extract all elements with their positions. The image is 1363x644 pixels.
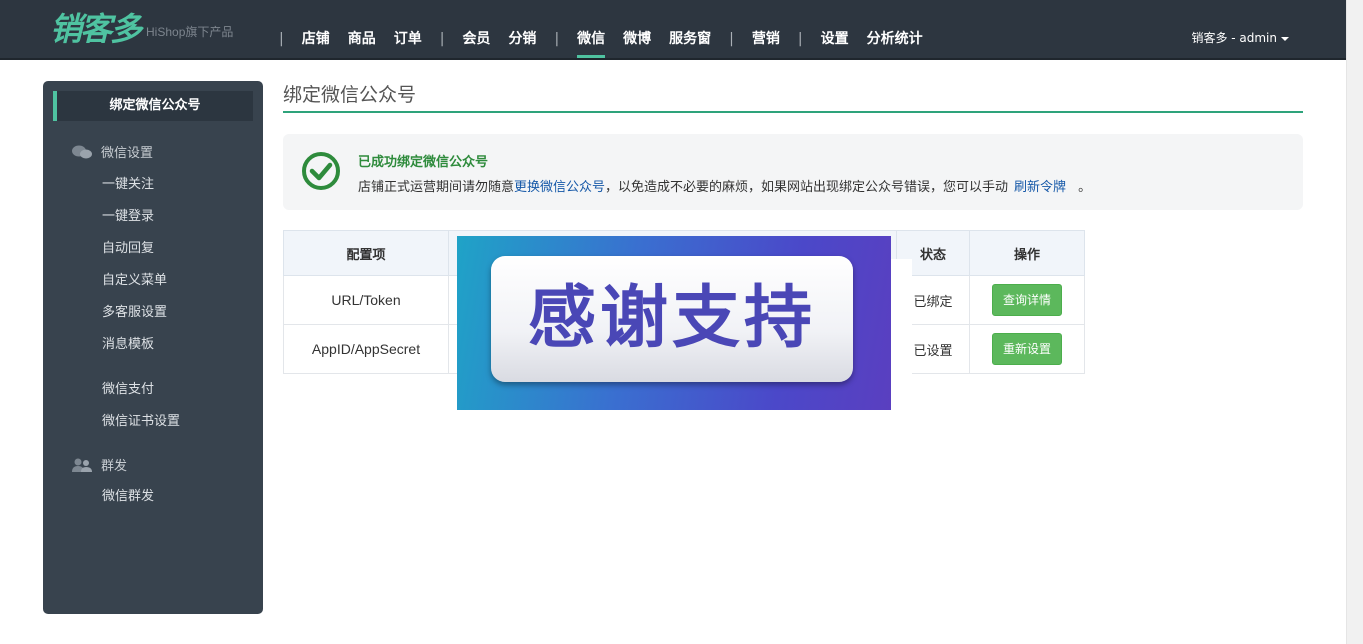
action-cell: 查询详情 [969,275,1085,325]
nav-item-store[interactable]: 店铺 [302,0,330,58]
page-title: 绑定微信公众号 [283,84,417,106]
sidebar-item-multi-service[interactable]: 多客服设置 [102,301,167,320]
nav-item-wechat[interactable]: 微信 [577,0,606,58]
users-icon [72,458,92,472]
success-alert: 已成功绑定微信公众号 店铺正式运营期间请勿随意更换微信公众号，以免造成不必要的麻… [283,134,1303,210]
alert-text-middle: ，以免造成不必要的麻烦，如果网站出现绑定公众号错误，您可以手动 [605,180,1009,195]
sidebar-item-one-click-follow[interactable]: 一键关注 [102,173,154,192]
sidebar-current-item[interactable]: 绑定微信公众号 [53,91,253,121]
sidebar-item-custom-menu[interactable]: 自定义菜单 [102,269,167,288]
sidebar-item-wechat-pay[interactable]: 微信支付 [102,378,154,397]
logo-subtitle: HiShop旗下产品 [146,25,234,39]
logo-text: 销客多 [50,10,142,48]
nav-item-members[interactable]: 会员 [462,0,490,58]
check-circle-icon [302,152,340,190]
nav-item-marketing[interactable]: 营销 [752,0,780,58]
nav-separator: | [279,31,284,47]
sidebar-item-message-template[interactable]: 消息模板 [102,333,154,352]
alert-title: 已成功绑定微信公众号 [358,155,489,170]
sidebar-group-mass-send: 群发 [71,455,127,474]
nav-item-settings[interactable]: 设置 [821,0,849,58]
sidebar-item-one-click-login[interactable]: 一键登录 [102,205,154,224]
sidebar-group-wechat-settings: 微信设置 [71,142,153,161]
nav-separator: | [554,31,560,47]
alert-text-prefix: 店铺正式运营期间请勿随意 [358,180,515,195]
thank-you-banner-image: 感谢支持 [457,236,891,410]
refresh-token-link[interactable]: 刷新令牌 [1014,180,1066,195]
sidebar-group-label: 群发 [101,459,128,474]
wechat-icon [72,145,92,158]
nav-item-distribution[interactable]: 分销 [508,0,536,58]
nav-separator: | [729,31,734,47]
sidebar-item-auto-reply[interactable]: 自动回复 [102,237,154,256]
page-scrollbar[interactable] [1346,0,1363,644]
nav-item-analytics[interactable]: 分析统计 [867,0,923,58]
top-navigation-bar: 销客多 HiShop旗下产品 | 店铺 商品 订单 | 会员 分销 | 微信 微… [0,0,1347,60]
user-name: 销客多 - admin [1191,31,1277,45]
nav-item-weibo[interactable]: 微博 [623,0,651,58]
alert-message: 店铺正式运营期间请勿随意更换微信公众号，以免造成不必要的麻烦，如果网站出现绑定公… [358,176,1091,195]
caret-down-icon [1281,36,1289,41]
sidebar-item-certificate-settings[interactable]: 微信证书设置 [102,410,180,429]
user-menu[interactable]: 销客多 - admin [1191,29,1289,47]
title-divider [283,111,1303,113]
action-cell: 重新设置 [969,324,1085,374]
config-item-name: AppID/AppSecret [283,324,449,374]
sidebar-item-wechat-mass-send[interactable]: 微信群发 [102,485,154,504]
overlay-edge [888,259,912,409]
change-account-link[interactable]: 更换微信公众号 [514,180,605,195]
banner-plate: 感谢支持 [491,256,853,382]
sidebar: 绑定微信公众号 微信设置 一键关注 一键登录 自动回复 自定义菜单 多客服设置 … [43,81,263,614]
nav-separator: | [797,31,803,47]
column-header-item: 配置项 [283,230,449,276]
alert-text-suffix: 。 [1078,180,1092,195]
sidebar-group-label: 微信设置 [101,146,154,161]
brand-logo[interactable]: 销客多 HiShop旗下产品 [50,9,233,49]
nav-item-products[interactable]: 商品 [348,0,376,58]
column-header-action: 操作 [969,230,1085,276]
config-item-name: URL/Token [283,275,449,325]
nav-item-service-window[interactable]: 服务窗 [669,0,711,58]
view-details-button[interactable]: 查询详情 [991,284,1062,316]
banner-text: 感谢支持 [527,279,816,358]
nav-item-orders[interactable]: 订单 [394,0,422,58]
reset-button[interactable]: 重新设置 [991,333,1062,365]
nav-separator: | [439,31,445,47]
main-nav: | 店铺 商品 订单 | 会员 分销 | 微信 微博 服务窗 | 营销 | 设置… [270,0,932,58]
